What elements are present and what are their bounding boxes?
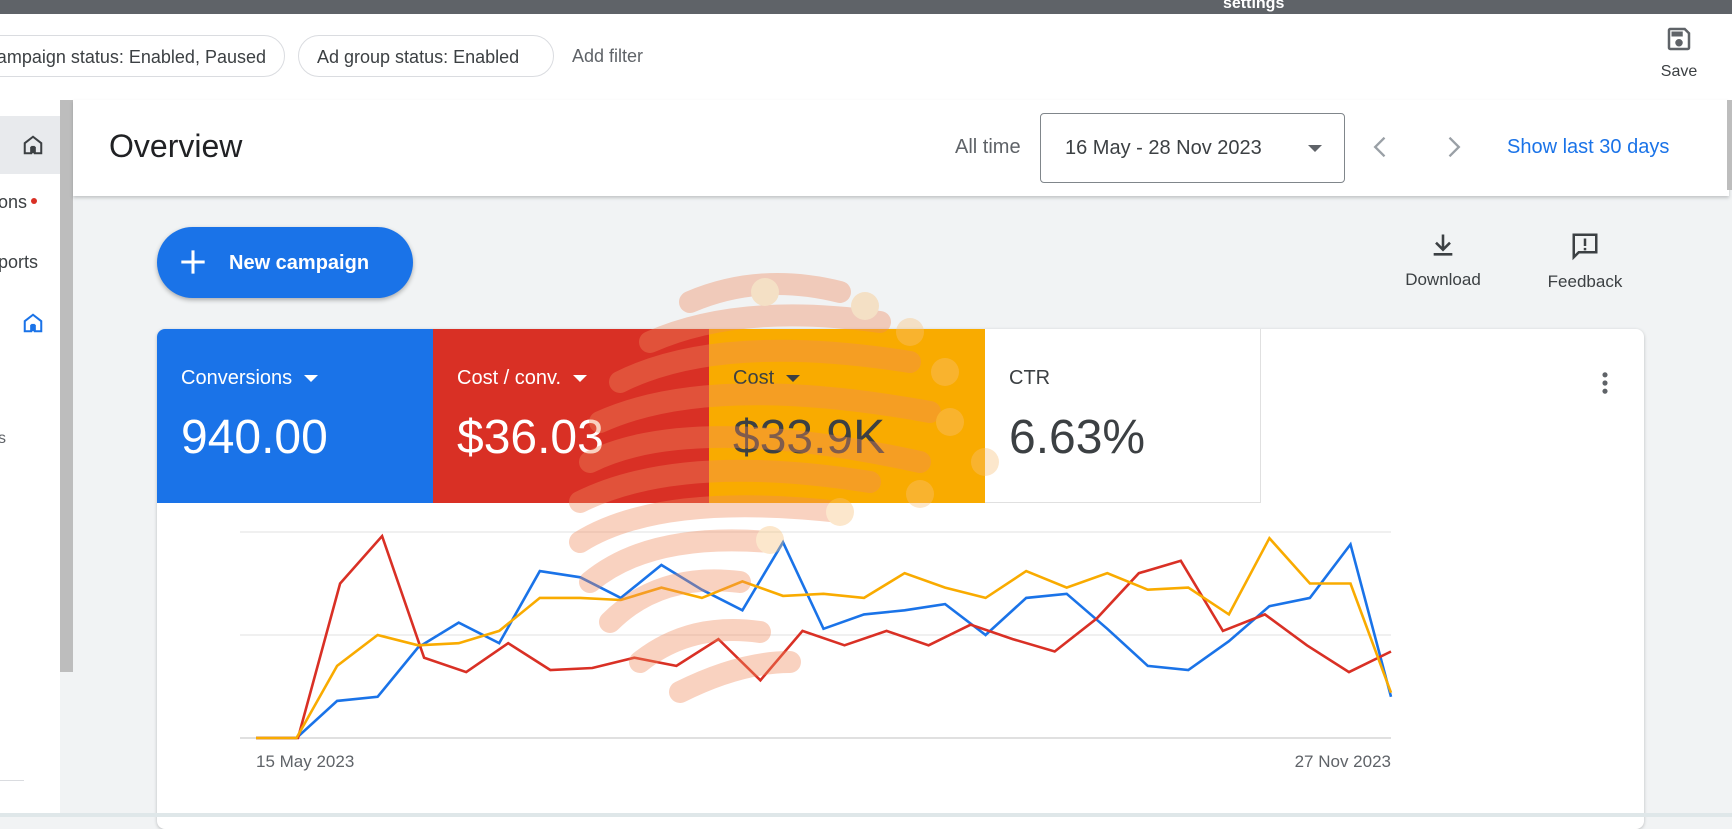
nav-item-recommendations-label: ons — [0, 192, 28, 212]
nav-item-home[interactable] — [0, 116, 60, 174]
nav-scrollbar[interactable] — [60, 100, 73, 672]
download-button[interactable]: Download — [1398, 231, 1488, 290]
feedback-icon — [1572, 233, 1598, 261]
bottom-edge — [0, 813, 1732, 817]
filter-chip-ad-group-status[interactable]: Ad group status: Enabled — [298, 35, 554, 77]
notification-dot-icon — [31, 198, 38, 204]
left-navigation: ons ports s — [0, 100, 60, 817]
plus-icon — [181, 250, 205, 274]
page-scrollbar[interactable] — [1727, 100, 1732, 190]
nav-item-recommendations[interactable]: ons — [0, 192, 38, 213]
feedback-label: Feedback — [1547, 272, 1623, 291]
x-axis-end-label: 27 Nov 2023 — [1295, 752, 1391, 771]
date-range-picker[interactable]: 16 May - 28 Nov 2023 — [1040, 113, 1345, 183]
chevron-right-icon[interactable] — [1439, 133, 1467, 161]
metric-name: Conversions — [181, 367, 293, 389]
page-title: Overview — [109, 128, 243, 164]
metric-tile-cost-per-conv[interactable]: Cost / conv. $36.03 — [433, 329, 709, 503]
show-last-30-days-link[interactable]: Show last 30 days — [1507, 136, 1669, 159]
metric-tile-ctr[interactable]: CTR 6.63% — [985, 329, 1261, 503]
dropdown-arrow-icon — [1308, 145, 1322, 152]
home-icon-blue[interactable] — [22, 312, 44, 334]
metric-tile-cost[interactable]: Cost $33.9K — [709, 329, 985, 503]
overview-header: Overview All time 16 May - 28 Nov 2023 S… — [73, 100, 1729, 196]
nav-item-reports[interactable]: ports — [0, 252, 38, 273]
download-icon — [1433, 234, 1453, 256]
filter-bar: Campaign status: Enabled, Paused Ad grou… — [0, 14, 1732, 101]
save-label: Save — [1660, 63, 1698, 80]
caret-down-icon[interactable] — [304, 375, 319, 382]
nav-divider — [0, 780, 24, 781]
save-button[interactable]: Save — [1640, 24, 1718, 81]
add-filter-link[interactable]: Add filter — [572, 35, 643, 77]
filter-chip-campaign-status[interactable]: Campaign status: Enabled, Paused — [0, 35, 285, 77]
new-campaign-label: New campaign — [229, 252, 370, 274]
new-campaign-button[interactable]: New campaign — [157, 227, 413, 298]
date-range-value: 16 May - 28 Nov 2023 — [1065, 137, 1262, 159]
feedback-button[interactable]: Feedback — [1540, 231, 1630, 292]
metric-value: $33.9K — [733, 411, 886, 464]
caret-down-icon[interactable] — [786, 375, 801, 382]
metric-value: $36.03 — [457, 411, 604, 464]
performance-card: Conversions 940.00 Cost / conv. $36.03 C… — [157, 329, 1644, 829]
metric-tile-conversions[interactable]: Conversions 940.00 — [157, 329, 433, 503]
home-icon — [23, 135, 43, 155]
metric-value: 940.00 — [181, 411, 328, 464]
more-options-icon[interactable] — [1591, 369, 1619, 397]
window-title: settings — [1223, 0, 1285, 12]
metric-name: Cost / conv. — [457, 367, 562, 389]
series-line-cost-conv- — [256, 533, 1392, 740]
performance-line-chart: 15 May 2023 27 Nov 2023 — [240, 531, 1393, 771]
window-top-bar: settings — [0, 0, 1732, 14]
caret-down-icon[interactable] — [573, 375, 588, 382]
download-label: Download — [1405, 270, 1481, 289]
metric-value: 6.63% — [1009, 411, 1146, 464]
chevron-left-icon[interactable] — [1367, 133, 1395, 161]
nav-partial-text: s — [0, 430, 6, 447]
metric-name: Cost — [733, 367, 775, 389]
save-icon — [1667, 27, 1691, 51]
all-time-label: All time — [955, 136, 1021, 158]
metric-name: CTR — [1009, 367, 1051, 389]
x-axis-start-label: 15 May 2023 — [256, 752, 354, 771]
series-line-conversions — [256, 539, 1393, 740]
